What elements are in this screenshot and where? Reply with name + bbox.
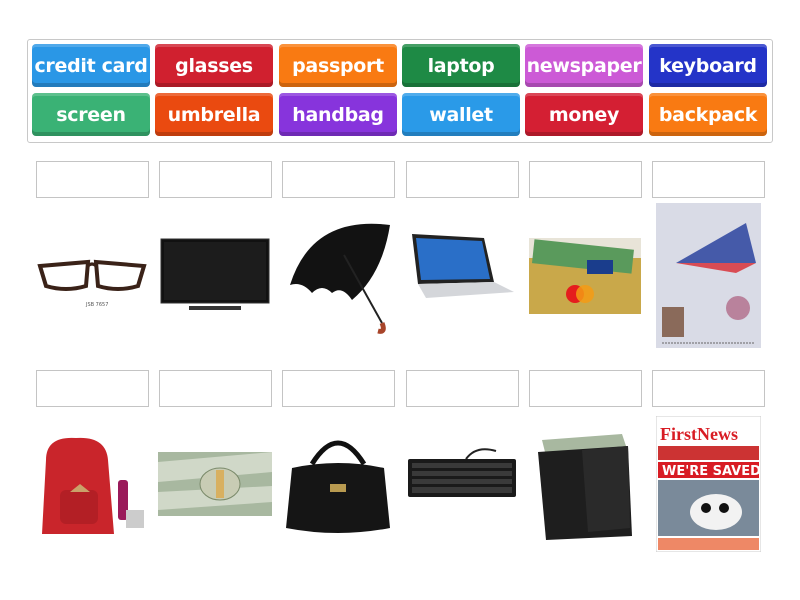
umbrella-image <box>282 215 394 335</box>
keyword-tile-money[interactable]: money <box>525 93 643 136</box>
keyword-tile-backpack[interactable]: backpack <box>649 93 767 136</box>
drop-zone-backpack[interactable] <box>36 370 149 407</box>
keyword-tile-wallet[interactable]: wallet <box>402 93 520 136</box>
laptop-image <box>406 230 518 305</box>
drop-zone-keyboard[interactable] <box>406 370 519 407</box>
wallet-image <box>532 428 637 543</box>
drop-zone-money[interactable] <box>159 370 272 407</box>
drop-zone-umbrella[interactable] <box>282 161 395 198</box>
drop-zone-wallet[interactable] <box>529 370 642 407</box>
keyword-tile-screen[interactable]: screen <box>32 93 150 136</box>
keyword-tile-glasses[interactable]: glasses <box>155 44 273 87</box>
drop-zone-newspaper[interactable] <box>652 370 765 407</box>
keyword-tile-umbrella[interactable]: umbrella <box>155 93 273 136</box>
drop-zone-screen[interactable] <box>159 161 272 198</box>
newspaper-headline: WE'RE SAVED! <box>662 464 761 479</box>
keyword-tile-laptop[interactable]: laptop <box>402 44 520 87</box>
svg-text:JSB 7657: JSB 7657 <box>85 302 108 308</box>
drop-zone-laptop[interactable] <box>406 161 519 198</box>
passport-image <box>656 203 761 348</box>
glasses-image: JSB 7657 <box>36 240 148 310</box>
keyboard-image <box>406 445 518 505</box>
drop-zone-passport[interactable] <box>652 161 765 198</box>
drop-zone-handbag[interactable] <box>282 370 395 407</box>
drop-zone-glasses[interactable] <box>36 161 149 198</box>
keyword-tile-credit-card[interactable]: credit card <box>32 44 150 87</box>
newspaper-masthead: FirstNews <box>660 424 738 444</box>
keyword-tile-keyboard[interactable]: keyboard <box>649 44 767 87</box>
newspaper-image: FirstNews WE'RE SAVED! <box>656 416 761 552</box>
keyword-tile-newspaper[interactable]: newspaper <box>525 44 643 87</box>
keyword-tile-handbag[interactable]: handbag <box>279 93 397 136</box>
screen-image <box>159 236 271 316</box>
handbag-image <box>282 428 394 540</box>
credit-card-image <box>529 238 641 314</box>
money-image <box>158 452 272 516</box>
backpack-image <box>36 430 148 542</box>
keyword-tile-passport[interactable]: passport <box>279 44 397 87</box>
drop-zone-credit-card[interactable] <box>529 161 642 198</box>
